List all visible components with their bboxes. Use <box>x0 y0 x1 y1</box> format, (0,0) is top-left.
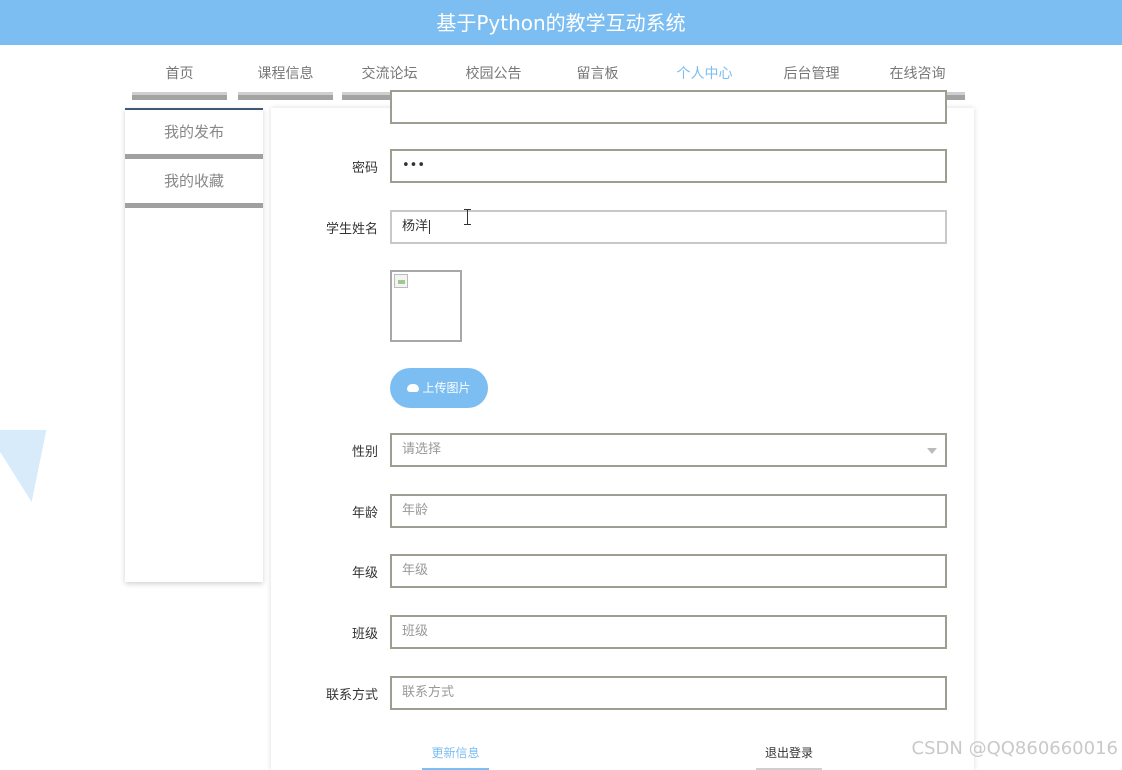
watermark: CSDN @QQ860660016 <box>911 738 1118 759</box>
class-input[interactable]: 班级 <box>390 615 947 649</box>
class-label: 班级 <box>351 627 378 642</box>
contact-input[interactable]: 联系方式 <box>390 676 947 710</box>
nav-item-courses[interactable]: 课程信息 <box>238 62 333 100</box>
password-label: 密码 <box>351 161 378 176</box>
account-field-partial[interactable] <box>390 90 947 124</box>
sidebar-item-my-posts[interactable]: 我的发布 <box>125 110 263 159</box>
app-root: 基于Python的教学互动系统 首页 课程信息 交流论坛 校园公告 留言板 个人… <box>0 0 1122 770</box>
upload-image-button[interactable]: 上传图片 <box>390 368 488 408</box>
nav-label: 个人中心 <box>676 66 733 82</box>
student-name-value: 杨洋 <box>402 219 429 234</box>
sidebar-item-my-favorites[interactable]: 我的收藏 <box>125 159 263 208</box>
update-info-button[interactable]: 更新信息 <box>422 744 489 770</box>
logout-button[interactable]: 退出登录 <box>756 744 822 770</box>
nav-underline <box>132 92 227 100</box>
chevron-down-icon <box>927 448 937 454</box>
nav-label: 留言板 <box>576 66 619 82</box>
avatar-preview <box>390 270 462 342</box>
upload-button-label: 上传图片 <box>422 381 471 395</box>
broken-image-icon <box>394 274 408 288</box>
sidebar-divider <box>125 203 263 208</box>
nav-label: 在线咨询 <box>889 66 946 82</box>
sidebar: 我的发布 我的收藏 <box>125 108 263 582</box>
grade-input[interactable]: 年级 <box>390 554 947 588</box>
header-bar: 基于Python的教学互动系统 <box>0 0 1122 45</box>
nav-item-home[interactable]: 首页 <box>132 62 227 100</box>
decorative-triangle <box>0 430 62 502</box>
contact-label: 联系方式 <box>325 688 378 703</box>
nav-label: 交流论坛 <box>361 66 418 82</box>
age-input[interactable]: 年龄 <box>390 494 947 528</box>
student-name-field[interactable]: 杨洋 <box>390 210 947 244</box>
gender-select[interactable]: 请选择 <box>390 433 947 467</box>
age-label: 年龄 <box>351 506 378 521</box>
app-title: 基于Python的教学互动系统 <box>436 11 686 35</box>
text-cursor-icon <box>463 209 473 225</box>
student-name-label: 学生姓名 <box>325 222 378 237</box>
cloud-upload-icon <box>407 383 420 392</box>
sidebar-item-label: 我的收藏 <box>163 172 224 190</box>
gender-label: 性别 <box>351 445 378 460</box>
text-caret <box>429 219 431 234</box>
sidebar-item-label: 我的发布 <box>163 123 224 141</box>
nav-label: 首页 <box>165 66 194 82</box>
nav-underline <box>238 92 333 100</box>
gender-select-value: 请选择 <box>402 442 442 457</box>
nav-label: 课程信息 <box>257 66 314 82</box>
grade-label: 年级 <box>351 566 378 581</box>
password-field[interactable]: ••• <box>390 149 947 183</box>
nav-label: 后台管理 <box>783 66 840 82</box>
nav-label: 校园公告 <box>465 66 522 82</box>
